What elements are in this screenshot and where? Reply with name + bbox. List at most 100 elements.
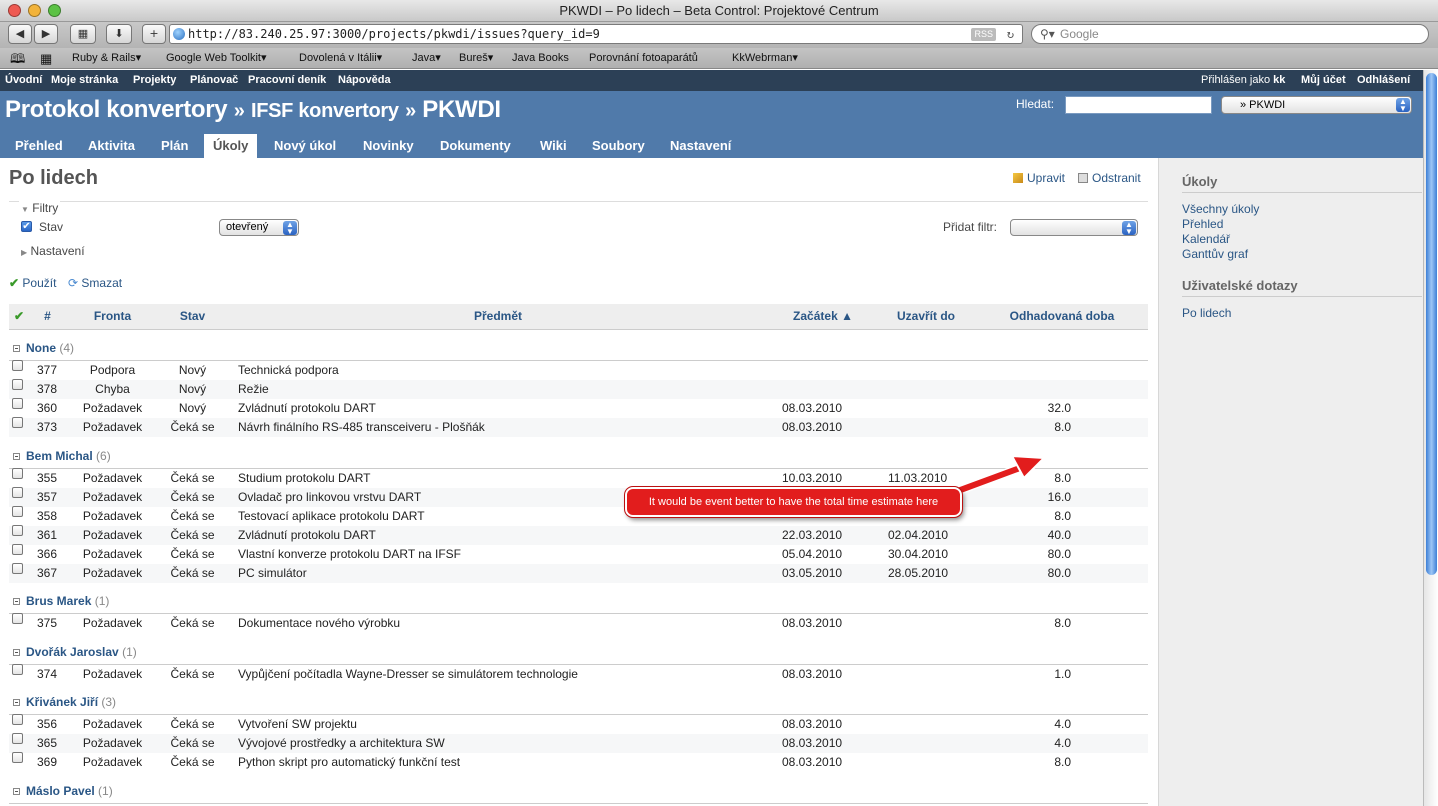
column-start-date[interactable]: Začátek ▲ [770, 304, 876, 330]
downloads-button[interactable]: ⬇ [106, 24, 132, 44]
top-menu-projects[interactable]: Projekty [133, 70, 176, 91]
issue-id-link[interactable]: 375 [29, 614, 66, 634]
table-row[interactable]: 358 Požadavek Čeká se Testovací aplikace pr… [9, 505, 1148, 526]
my-account-link[interactable]: Můj účet [1301, 70, 1346, 91]
filters-legend[interactable]: ▼ Filtry [19, 201, 61, 217]
row-checkbox[interactable] [12, 733, 23, 744]
row-checkbox[interactable] [12, 417, 23, 428]
issue-subject-link[interactable]: Technická podpora [226, 361, 770, 381]
issue-id-link[interactable]: 373 [29, 418, 66, 437]
address-bar[interactable]: http://83.240.25.97:3000/projects/pkwdi/… [169, 24, 1023, 44]
table-row[interactable]: 373 Požadavek Čeká se Návrh finálního RS-48… [9, 417, 1148, 437]
top-menu-timelog[interactable]: Pracovní deník [248, 70, 326, 91]
bookmark-item[interactable]: Ruby & Rails▾ [72, 48, 141, 69]
issue-subject-link[interactable]: Vytvoření SW projektu [226, 715, 770, 735]
rss-button[interactable]: RSS [971, 28, 996, 41]
book-icon[interactable]: 🕮 [10, 48, 25, 69]
issue-subject-link[interactable]: Vývojové prostředky a architektura SW [226, 734, 770, 753]
row-checkbox[interactable] [12, 524, 23, 536]
tab-new-issue[interactable]: Nový úkol [265, 134, 345, 158]
issue-subject-link[interactable]: Dokumentace nového výrobku [226, 614, 770, 634]
issue-subject-link[interactable]: Zvládnutí protokolu DART [226, 525, 770, 545]
collapse-toggle-icon[interactable] [13, 787, 20, 795]
group-header[interactable]: Dvořák Jaroslav (1) [9, 633, 1148, 665]
status-operator-select[interactable]: otevřený ▲ ▼ [219, 219, 299, 236]
tab-wiki[interactable]: Wiki [531, 134, 576, 158]
bookmark-item[interactable]: KkWebrman▾ [732, 48, 798, 69]
row-checkbox[interactable] [12, 562, 23, 574]
tab-documents[interactable]: Dokumenty [431, 134, 520, 158]
forward-button[interactable]: ▶ [34, 24, 58, 44]
issue-id-link[interactable]: 377 [29, 361, 66, 381]
reload-icon[interactable]: ↻ [1007, 25, 1014, 43]
sidebar-link-gantt[interactable]: Ganttův graf [1182, 247, 1248, 262]
minimize-window-button[interactable] [28, 4, 41, 17]
delete-query-link[interactable]: Odstranit [1078, 170, 1141, 186]
breadcrumb-parent[interactable]: IFSF konvertory [251, 100, 399, 122]
group-header[interactable]: Křivánek Jiří (3) [9, 683, 1148, 715]
tab-activity[interactable]: Aktivita [79, 134, 144, 158]
issue-id-link[interactable]: 369 [29, 753, 66, 772]
column-estimated-hours[interactable]: Odhadovaná doba [976, 304, 1148, 330]
group-header[interactable]: Bem Michal (6) [9, 437, 1148, 469]
issue-id-link[interactable]: 366 [29, 545, 66, 564]
top-menu-home[interactable]: Úvodní [5, 70, 42, 91]
table-row[interactable]: 377 Podpora Nový Technická podpora [9, 360, 1148, 381]
apply-button[interactable]: ✔ Použít [9, 275, 56, 291]
sidebar-link-calendar[interactable]: Kalendář [1182, 232, 1230, 247]
column-status[interactable]: Stav [159, 304, 226, 330]
table-row[interactable]: 367 Požadavek Čeká se PC simulátor 03.05.201… [9, 562, 1148, 583]
collapse-toggle-icon[interactable] [13, 452, 20, 460]
group-header[interactable]: None (4) [9, 329, 1148, 361]
column-subject[interactable]: Předmět [226, 304, 770, 330]
zoom-window-button[interactable] [48, 4, 61, 17]
add-filter-select[interactable]: ▲ ▼ [1010, 219, 1138, 236]
close-window-button[interactable] [8, 4, 21, 17]
group-header[interactable]: Máslo Pavel (1) [9, 772, 1148, 804]
sidebar-link-summary[interactable]: Přehled [1182, 217, 1223, 232]
row-checkbox[interactable] [12, 360, 23, 371]
table-row[interactable]: 375 Požadavek Čeká se Dokumentace nového vý… [9, 613, 1148, 634]
tab-overview[interactable]: Přehled [6, 134, 72, 158]
row-checkbox[interactable] [12, 714, 23, 725]
bookmark-item[interactable]: Java Books [512, 48, 569, 69]
collapse-toggle-icon[interactable] [13, 345, 20, 352]
issue-subject-link[interactable]: Studium protokolu DART [226, 468, 770, 488]
top-menu-my-page[interactable]: Moje stránka [51, 70, 118, 91]
edit-query-link[interactable]: Upravit [1013, 170, 1065, 186]
row-checkbox[interactable] [12, 543, 23, 555]
breadcrumb-root[interactable]: Protokol konvertory [5, 96, 228, 123]
status-filter-checkbox[interactable]: ✔ [21, 221, 32, 232]
google-search-field[interactable]: ⚲▾ Google [1031, 24, 1429, 44]
grid-icon[interactable]: ▦ [40, 48, 52, 69]
tabs-overview-button[interactable]: ▦ [70, 24, 96, 44]
issue-id-link[interactable]: 357 [29, 487, 66, 507]
collapse-toggle-icon[interactable] [13, 598, 20, 605]
row-checkbox[interactable] [12, 752, 23, 763]
row-checkbox[interactable] [12, 467, 23, 479]
table-row[interactable]: 366 Požadavek Čeká se Vlastní konverze prot… [9, 543, 1148, 564]
column-id[interactable]: # [29, 304, 66, 330]
row-checkbox[interactable] [12, 505, 23, 517]
toggle-all-checkbox[interactable]: ✔ [9, 304, 29, 330]
bookmark-item[interactable]: Java▾ [412, 48, 441, 69]
add-bookmark-button[interactable]: + [142, 24, 166, 44]
row-checkbox[interactable] [12, 486, 23, 498]
table-row[interactable]: 357 Požadavek Čeká se Ovladač pro linkovou … [9, 486, 1148, 507]
issue-subject-link[interactable]: Režie [226, 380, 770, 399]
table-row[interactable]: 378 Chyba Nový Režie [9, 379, 1148, 399]
issue-id-link[interactable]: 355 [29, 468, 66, 488]
table-row[interactable]: 369 Požadavek Čeká se Python skript pro aut… [9, 752, 1148, 772]
issue-subject-link[interactable]: Vlastní konverze protokolu DART na IFSF [226, 545, 770, 564]
collapse-toggle-icon[interactable] [13, 648, 20, 656]
table-row[interactable]: 355 Požadavek Čeká se Studium protokolu DAR… [9, 467, 1148, 488]
bookmark-item[interactable]: Google Web Toolkit▾ [166, 48, 267, 69]
issue-id-link[interactable]: 361 [29, 525, 66, 545]
logout-link[interactable]: Odhlášení [1357, 70, 1410, 91]
issue-id-link[interactable]: 358 [29, 507, 66, 526]
issue-subject-link[interactable]: Návrh finálního RS-485 transceiveru - Pl… [226, 418, 770, 437]
group-header[interactable]: Brus Marek (1) [9, 582, 1148, 614]
top-menu-planner[interactable]: Plánovač [190, 70, 238, 91]
table-row[interactable]: 360 Požadavek Nový Zvládnutí protokolu DART… [9, 398, 1148, 418]
top-menu-help[interactable]: Nápověda [338, 70, 391, 91]
